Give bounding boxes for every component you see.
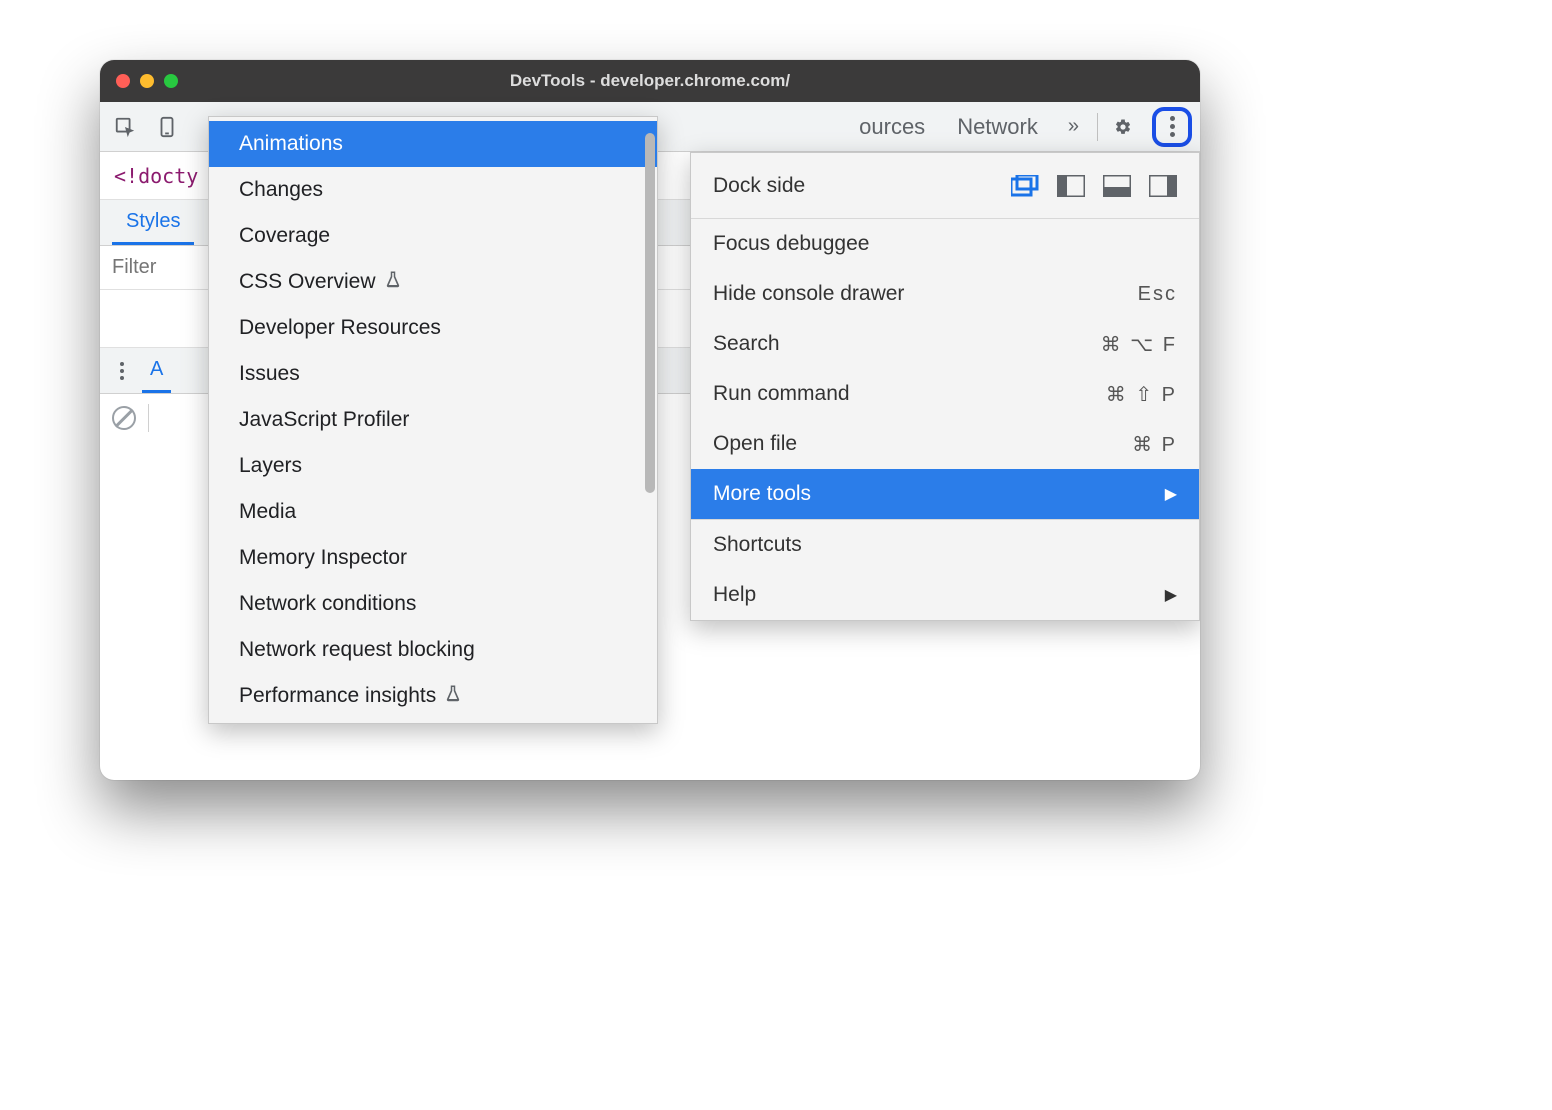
submenu-item-label: Network conditions	[239, 592, 416, 616]
dock-undock-icon[interactable]	[1011, 175, 1039, 197]
submenu-scrollbar[interactable]	[645, 133, 655, 493]
tab-styles[interactable]: Styles	[112, 200, 194, 245]
maximize-window-button[interactable]	[164, 74, 178, 88]
menu-shortcut: ⌘ ⇧ P	[1106, 382, 1177, 407]
submenu-item-media[interactable]: Media	[209, 489, 657, 535]
submenu-item-label: JavaScript Profiler	[239, 408, 409, 432]
window-title: DevTools - developer.chrome.com/	[100, 71, 1200, 91]
submenu-item-performance-insights[interactable]: Performance insights	[209, 673, 657, 719]
menu-shortcuts[interactable]: Shortcuts	[691, 520, 1199, 570]
tab-sources[interactable]: ources	[847, 114, 937, 140]
submenu-item-label: Animations	[239, 132, 343, 156]
submenu-item-issues[interactable]: Issues	[209, 351, 657, 397]
menu-shortcut: ⌘ P	[1132, 432, 1177, 457]
drawer-tab-active[interactable]: A	[142, 348, 171, 393]
submenu-item-changes[interactable]: Changes	[209, 167, 657, 213]
submenu-item-label: Memory Inspector	[239, 546, 407, 570]
devtools-body: ources Network » <!docty Styles A	[100, 102, 1200, 780]
menu-item-label: Run command	[713, 382, 1106, 406]
submenu-arrow-icon: ▶	[1165, 484, 1177, 504]
menu-item-label: Help	[713, 583, 1165, 607]
menu-item-label: More tools	[713, 482, 1165, 506]
submenu-item-layers[interactable]: Layers	[209, 443, 657, 489]
close-window-button[interactable]	[116, 74, 130, 88]
main-menu: Dock side Focus debuggee Hide console dr…	[690, 152, 1200, 621]
submenu-arrow-icon: ▶	[1165, 585, 1177, 605]
menu-shortcut: Esc	[1138, 283, 1177, 306]
more-tabs-chevron-icon[interactable]: »	[1058, 115, 1089, 138]
kebab-icon	[1170, 116, 1175, 137]
settings-gear-icon[interactable]	[1106, 110, 1140, 144]
dock-bottom-icon[interactable]	[1103, 175, 1131, 197]
submenu-item-label: Layers	[239, 454, 302, 478]
menu-hide-console-drawer[interactable]: Hide console drawer Esc	[691, 269, 1199, 319]
submenu-item-javascript-profiler[interactable]: JavaScript Profiler	[209, 397, 657, 443]
window-titlebar: DevTools - developer.chrome.com/	[100, 60, 1200, 102]
submenu-item-label: Developer Resources	[239, 316, 441, 340]
submenu-item-label: Network request blocking	[239, 638, 475, 662]
menu-item-label: Search	[713, 332, 1101, 356]
menu-item-label: Open file	[713, 432, 1132, 456]
submenu-item-network-request-blocking[interactable]: Network request blocking	[209, 627, 657, 673]
styles-filter-input[interactable]	[112, 256, 212, 279]
device-toggle-icon[interactable]	[150, 110, 184, 144]
menu-open-file[interactable]: Open file ⌘ P	[691, 419, 1199, 469]
submenu-item-label: CSS Overview	[239, 270, 376, 294]
submenu-item-animations[interactable]: Animations	[209, 121, 657, 167]
menu-item-label: Focus debuggee	[713, 232, 1177, 256]
flask-icon	[444, 684, 462, 708]
divider	[148, 404, 149, 432]
submenu-item-css-overview[interactable]: CSS Overview	[209, 259, 657, 305]
menu-item-label: Hide console drawer	[713, 282, 1138, 306]
main-menu-button[interactable]	[1152, 107, 1192, 147]
submenu-item-label: Issues	[239, 362, 300, 386]
menu-help[interactable]: Help ▶	[691, 570, 1199, 620]
tab-network[interactable]: Network	[945, 114, 1050, 140]
minimize-window-button[interactable]	[140, 74, 154, 88]
more-tools-submenu: Animations Changes Coverage CSS Overview Dev…	[208, 116, 658, 724]
dock-right-icon[interactable]	[1149, 175, 1177, 197]
menu-more-tools[interactable]: More tools ▶	[691, 469, 1199, 519]
menu-shortcut: ⌘ ⌥ F	[1101, 332, 1177, 357]
menu-search[interactable]: Search ⌘ ⌥ F	[691, 319, 1199, 369]
drawer-menu-icon[interactable]	[108, 362, 136, 380]
devtools-window: DevTools - developer.chrome.com/ ources …	[100, 60, 1200, 780]
submenu-item-developer-resources[interactable]: Developer Resources	[209, 305, 657, 351]
submenu-item-label: Changes	[239, 178, 323, 202]
menu-focus-debuggee[interactable]: Focus debuggee	[691, 219, 1199, 269]
submenu-item-label: Performance insights	[239, 684, 436, 708]
menu-item-label: Shortcuts	[713, 533, 1177, 557]
submenu-item-memory-inspector[interactable]: Memory Inspector	[209, 535, 657, 581]
dock-left-icon[interactable]	[1057, 175, 1085, 197]
menu-run-command[interactable]: Run command ⌘ ⇧ P	[691, 369, 1199, 419]
dock-side-label: Dock side	[713, 174, 989, 198]
submenu-item-label: Media	[239, 500, 296, 524]
inspect-element-icon[interactable]	[108, 110, 142, 144]
dock-side-row: Dock side	[691, 153, 1199, 219]
submenu-item-network-conditions[interactable]: Network conditions	[209, 581, 657, 627]
flask-icon	[384, 270, 402, 294]
window-controls	[100, 74, 178, 88]
submenu-item-coverage[interactable]: Coverage	[209, 213, 657, 259]
submenu-item-label: Coverage	[239, 224, 330, 248]
clear-console-icon[interactable]	[112, 406, 136, 430]
